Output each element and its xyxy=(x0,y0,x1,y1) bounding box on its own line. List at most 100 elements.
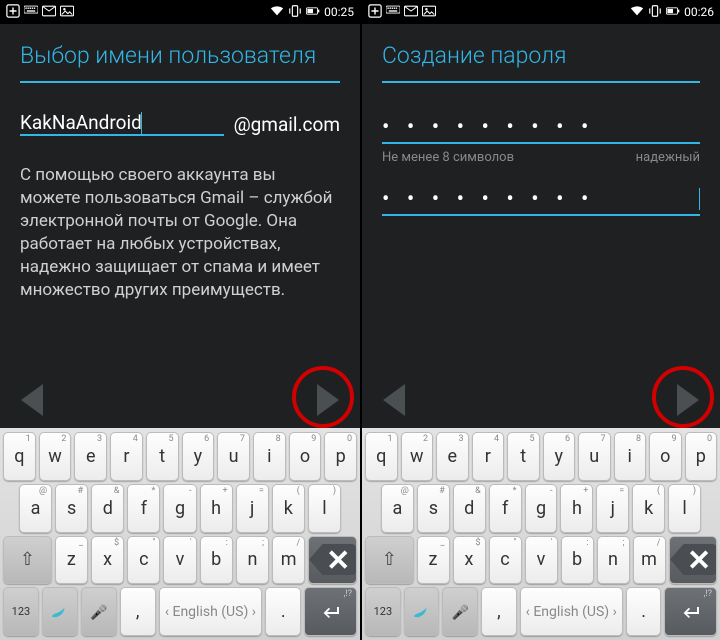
key-q[interactable]: q1 xyxy=(365,432,398,481)
key-c[interactable]: c" xyxy=(127,536,160,585)
enter-key[interactable]: ,!? xyxy=(304,587,357,636)
key-f[interactable]: f* xyxy=(127,484,160,533)
key-k[interactable]: k( xyxy=(272,484,305,533)
key-g[interactable]: g- xyxy=(163,484,196,533)
next-button[interactable] xyxy=(666,380,710,420)
key-t[interactable]: t5 xyxy=(507,432,540,481)
key-o[interactable]: o9 xyxy=(649,432,682,481)
key-d[interactable]: d& xyxy=(453,484,486,533)
key-s[interactable]: s# xyxy=(417,484,450,533)
add-icon xyxy=(6,4,20,21)
page-title: Создание пароля xyxy=(382,42,700,83)
wifi-icon xyxy=(270,4,284,21)
key-y[interactable]: y6 xyxy=(182,432,215,481)
description-text: С помощью своего аккаунта вы можете поль… xyxy=(20,164,340,302)
key-x[interactable]: x$ xyxy=(91,536,124,585)
username-input[interactable]: KakNaAndroid xyxy=(20,111,142,134)
comma-key[interactable]: , xyxy=(120,587,156,636)
space-key[interactable]: ‹ English (US) › xyxy=(520,587,623,636)
backspace-key[interactable] xyxy=(308,536,357,585)
comma-key[interactable]: , xyxy=(481,587,517,636)
keyboard-ind-icon xyxy=(386,4,400,21)
pane-username: 00:25 Выбор имени пользователя KakNaAndr… xyxy=(0,0,360,640)
swift-key[interactable] xyxy=(404,587,440,636)
key-u[interactable]: u7 xyxy=(578,432,611,481)
shift-key[interactable] xyxy=(365,536,414,585)
key-x[interactable]: x$ xyxy=(453,536,486,585)
key-b[interactable]: b: xyxy=(561,536,594,585)
key-z[interactable]: z_ xyxy=(55,536,88,585)
enter-key[interactable]: ,!? xyxy=(664,587,717,636)
key-l[interactable]: l) xyxy=(668,484,701,533)
image-icon xyxy=(422,4,436,21)
backspace-key[interactable] xyxy=(669,536,718,585)
status-bar: 00:25 xyxy=(0,0,360,24)
key-i[interactable]: i8 xyxy=(614,432,647,481)
num-toggle-key[interactable]: 123 xyxy=(3,587,39,636)
vibrate-icon xyxy=(288,4,302,21)
email-suffix: @gmail.com xyxy=(234,113,340,136)
key-n[interactable]: n; xyxy=(597,536,630,585)
vibrate-icon xyxy=(648,4,662,21)
mail-icon xyxy=(404,4,418,21)
keyboard-ind-icon xyxy=(24,4,38,21)
key-m[interactable]: m/ xyxy=(633,536,666,585)
key-z[interactable]: z_ xyxy=(417,536,450,585)
key-p[interactable]: p0 xyxy=(324,432,357,481)
mic-key[interactable] xyxy=(81,587,117,636)
key-a[interactable]: a@ xyxy=(19,484,52,533)
key-s[interactable]: s# xyxy=(55,484,88,533)
space-key[interactable]: ‹ English (US) › xyxy=(159,587,263,636)
key-i[interactable]: i8 xyxy=(253,432,286,481)
next-button[interactable] xyxy=(306,380,350,420)
shift-key[interactable] xyxy=(3,536,52,585)
key-h[interactable]: h+ xyxy=(560,484,593,533)
keyboard: q1w2e3r4t5y6u7i8o9p0 a@s#d&f*g-h+j=k(l) z_… xyxy=(362,428,720,640)
back-button[interactable] xyxy=(372,380,416,420)
key-q[interactable]: q1 xyxy=(3,432,36,481)
key-b[interactable]: b: xyxy=(200,536,233,585)
key-k[interactable]: k( xyxy=(632,484,665,533)
pane-password: 00:26 Создание пароля • • • • • • • • • … xyxy=(360,0,720,640)
key-a[interactable]: a@ xyxy=(381,484,414,533)
period-key[interactable]: . xyxy=(265,587,301,636)
key-f[interactable]: f* xyxy=(489,484,522,533)
image-icon xyxy=(60,4,74,21)
period-key[interactable]: . xyxy=(626,587,662,636)
key-w[interactable]: w2 xyxy=(39,432,72,481)
back-button[interactable] xyxy=(10,380,54,420)
password-input[interactable]: • • • • • • • • • xyxy=(382,111,700,144)
key-g[interactable]: g- xyxy=(525,484,558,533)
key-j[interactable]: j= xyxy=(596,484,629,533)
key-v[interactable]: v' xyxy=(525,536,558,585)
swift-key[interactable] xyxy=(42,587,78,636)
mail-icon xyxy=(42,4,56,21)
keyboard: q1w2e3r4t5y6u7i8o9p0 a@s#d&f*g-h+j=k(l) z_… xyxy=(0,428,360,640)
key-t[interactable]: t5 xyxy=(146,432,179,481)
key-u[interactable]: u7 xyxy=(217,432,250,481)
key-y[interactable]: y6 xyxy=(543,432,576,481)
key-o[interactable]: o9 xyxy=(289,432,322,481)
clock-text: 00:26 xyxy=(684,5,714,19)
key-j[interactable]: j= xyxy=(236,484,269,533)
key-r[interactable]: r4 xyxy=(472,432,505,481)
content-area: Создание пароля • • • • • • • • • Не мен… xyxy=(362,24,720,428)
key-h[interactable]: h+ xyxy=(200,484,233,533)
content-area: Выбор имени пользователя KakNaAndroid @g… xyxy=(0,24,360,428)
key-r[interactable]: r4 xyxy=(110,432,143,481)
password-confirm-input[interactable]: • • • • • • • • • xyxy=(382,183,700,214)
key-v[interactable]: v' xyxy=(163,536,196,585)
key-w[interactable]: w2 xyxy=(401,432,434,481)
key-e[interactable]: e3 xyxy=(74,432,107,481)
key-m[interactable]: m/ xyxy=(272,536,305,585)
password-strength: надежный xyxy=(636,150,700,165)
key-c[interactable]: c" xyxy=(489,536,522,585)
key-p[interactable]: p0 xyxy=(685,432,718,481)
key-d[interactable]: d& xyxy=(91,484,124,533)
key-e[interactable]: e3 xyxy=(436,432,469,481)
page-title: Выбор имени пользователя xyxy=(20,42,340,83)
mic-key[interactable] xyxy=(442,587,478,636)
key-l[interactable]: l) xyxy=(308,484,341,533)
key-n[interactable]: n; xyxy=(236,536,269,585)
num-toggle-key[interactable]: 123 xyxy=(365,587,401,636)
